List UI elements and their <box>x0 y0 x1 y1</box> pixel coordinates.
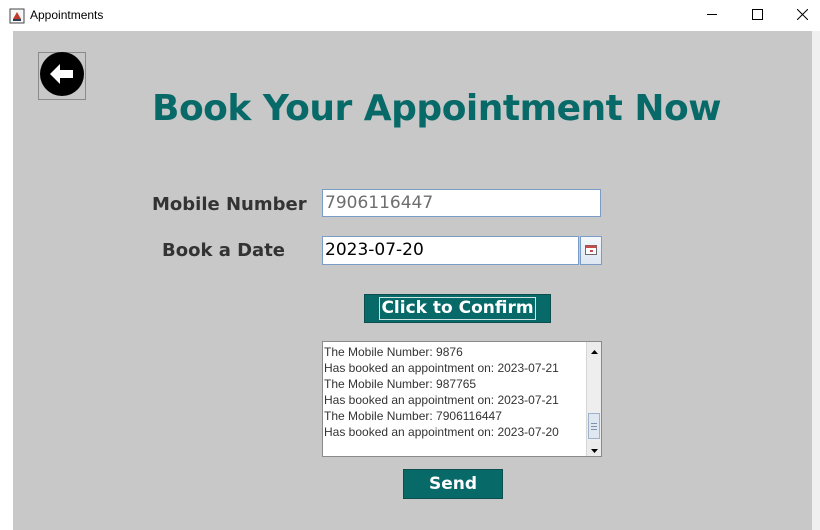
log-line: The Mobile Number: 9876 <box>324 345 463 359</box>
close-button[interactable] <box>779 0 820 31</box>
date-picker-button[interactable] <box>580 236 602 265</box>
minimize-icon <box>706 7 718 25</box>
log-scrollbar[interactable] <box>586 342 601 456</box>
log-line: Has booked an appointment on: 2023-07-20 <box>324 425 559 439</box>
calendar-icon <box>585 242 597 260</box>
date-field[interactable]: 2023-07-20 <box>322 236 579 265</box>
window-frame-left <box>0 31 13 530</box>
log-line: The Mobile Number: 7906116447 <box>324 409 502 423</box>
mobile-number-field[interactable]: 7906116447 <box>322 189 601 217</box>
log-line: The Mobile Number: 987765 <box>324 377 477 391</box>
confirm-button[interactable]: Click to Confirm <box>364 294 551 323</box>
confirm-button-label: Click to Confirm <box>379 297 536 320</box>
scroll-thumb[interactable] <box>588 413 600 439</box>
scroll-down-button[interactable] <box>587 441 601 456</box>
window-title: Appointments <box>30 8 104 22</box>
maximize-icon <box>751 7 763 25</box>
appointments-log[interactable]: The Mobile Number: 9876 Has booked an ap… <box>322 341 602 457</box>
page-title: Book Your Appointment Now <box>152 88 722 129</box>
close-icon <box>796 7 808 25</box>
log-lines: The Mobile Number: 9876 Has booked an ap… <box>324 344 586 440</box>
window-titlebar: Appointments <box>0 0 820 31</box>
java-cup-icon <box>9 8 25 24</box>
arrow-down-icon <box>590 440 598 458</box>
log-line: Has booked an appointment on: 2023-07-21 <box>324 393 559 407</box>
maximize-button[interactable] <box>734 0 780 31</box>
minimize-button[interactable] <box>689 0 735 31</box>
log-line: Has booked an appointment on: 2023-07-21 <box>324 361 559 375</box>
arrow-left-circle-icon <box>39 51 85 102</box>
book-date-label: Book a Date <box>162 240 286 261</box>
arrow-up-icon <box>590 341 598 359</box>
scroll-up-button[interactable] <box>587 342 601 357</box>
window-frame-right <box>812 31 820 530</box>
send-button[interactable]: Send <box>403 469 503 499</box>
back-button[interactable] <box>38 51 86 102</box>
mobile-number-label: Mobile Number <box>152 194 307 215</box>
